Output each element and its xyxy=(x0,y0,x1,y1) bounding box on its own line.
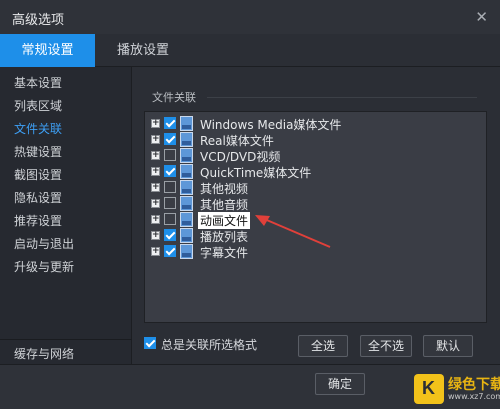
watermark-logo-icon: K xyxy=(414,374,444,404)
watermark-subtext: www.xz7.com xyxy=(448,392,500,401)
watermark-text: 绿色下载 xyxy=(448,377,500,393)
site-watermark: K 绿色下载 www.xz7.com xyxy=(414,372,500,406)
watermark-logo-letter: K xyxy=(422,378,435,398)
annotation-arrow-icon xyxy=(255,215,331,248)
ok-button[interactable]: 确定 xyxy=(315,373,365,395)
